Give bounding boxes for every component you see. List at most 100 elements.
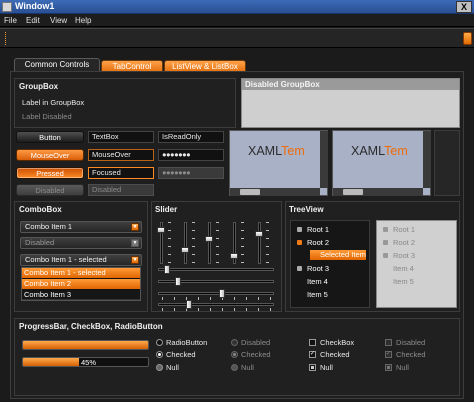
tree-item[interactable]: Root 3 <box>307 264 329 274</box>
vertical-slider-track[interactable] <box>208 222 211 264</box>
tree-item[interactable]: Root 2 <box>307 238 329 248</box>
tree-item[interactable]: Root 1 <box>307 225 329 235</box>
combobox-1-value: Combo Item 1 <box>25 222 73 231</box>
combo-list-item[interactable]: Combo Item 1 - selected <box>22 268 140 278</box>
title-bar[interactable]: Window1 X <box>0 0 474 14</box>
expander-icon[interactable] <box>297 227 302 232</box>
expander-icon <box>383 253 388 258</box>
expander-icon[interactable] <box>297 266 302 271</box>
tree-item[interactable]: Item 5 <box>307 290 328 300</box>
slider-tick <box>270 308 271 311</box>
combo-list-item[interactable]: Combo Item 3 <box>22 290 140 300</box>
slider-tick <box>266 238 269 239</box>
vertical-slider-thumb[interactable] <box>205 236 213 243</box>
tree-item-disabled: Item 4 <box>393 264 414 273</box>
scrollviewer-2-hscroll[interactable] <box>333 188 423 196</box>
scrollviewer-1-hscroll[interactable] <box>230 188 320 196</box>
slider-tick <box>216 222 219 223</box>
progressbar-2: 45% <box>22 357 149 367</box>
window-title: Window1 <box>15 1 55 11</box>
slider-tick <box>234 297 235 300</box>
checkbox-label: CheckBox <box>320 338 355 347</box>
scrollviewer-2[interactable]: XAMLTem <box>332 130 431 196</box>
radio-label: RadioButton <box>166 338 208 347</box>
horizontal-slider-track[interactable] <box>158 292 274 295</box>
toolbar-overflow-button[interactable] <box>463 32 472 45</box>
slider-tick <box>192 246 195 247</box>
check-icon: ✓ <box>385 351 392 358</box>
checkbox[interactable] <box>309 339 316 346</box>
expander-icon[interactable] <box>297 240 302 245</box>
vertical-slider-thumb[interactable] <box>181 247 189 254</box>
vertical-slider-thumb[interactable] <box>255 231 263 237</box>
scrollviewer-2-vscroll[interactable] <box>423 131 431 188</box>
radio-disabled-label: Disabled <box>241 338 271 347</box>
horizontal-slider-thumb[interactable] <box>185 300 192 309</box>
combo-list-item[interactable]: Combo Item 2 <box>22 279 140 289</box>
scrollviewer-1-thumb[interactable] <box>240 189 260 195</box>
horizontal-slider-thumb[interactable] <box>218 289 225 298</box>
radio-button-checked[interactable] <box>156 351 163 358</box>
slider-tick <box>210 297 211 300</box>
textbox-focused[interactable]: Focused <box>88 167 154 179</box>
scrollviewer-right-edge <box>434 130 460 196</box>
treeview[interactable] <box>290 220 370 308</box>
chevron-down-icon: ▼ <box>131 239 139 247</box>
checkbox-disabled <box>385 339 392 346</box>
password-box-disabled: ●●●●●●● <box>158 167 224 179</box>
horizontal-slider-track[interactable] <box>158 303 274 306</box>
menu-file[interactable]: File <box>4 16 17 25</box>
textbox-mouseover[interactable]: MouseOver <box>88 149 154 161</box>
radio-button[interactable] <box>156 339 163 346</box>
tree-item-selected[interactable]: Selected Item <box>310 250 366 260</box>
slider-tick <box>266 222 269 223</box>
close-button[interactable]: X <box>456 1 472 13</box>
toolbar-grip[interactable] <box>5 32 8 45</box>
tree-item[interactable]: Item 4 <box>307 277 328 287</box>
textbox-normal[interactable]: TextBox <box>88 131 154 143</box>
vertical-slider-track[interactable] <box>184 222 187 264</box>
radio-button-null[interactable] <box>156 364 163 371</box>
button-pressed[interactable]: Pressed <box>16 167 84 179</box>
slider-group <box>151 201 282 312</box>
button-mouseover[interactable]: MouseOver <box>16 149 84 161</box>
password-box[interactable]: ●●●●●●● <box>158 149 224 161</box>
menu-help[interactable]: Help <box>75 16 91 25</box>
slider-tick <box>162 308 163 311</box>
disabled-groupbox-title: Disabled GroupBox <box>245 80 320 89</box>
groupbox-label: Label in GroupBox <box>22 98 85 107</box>
check-icon[interactable]: ✓ <box>309 351 316 358</box>
combobox-open-value: Combo Item 1 - selected <box>25 255 107 264</box>
slider-tick <box>241 230 244 231</box>
vertical-slider-thumb[interactable] <box>157 227 165 234</box>
horizontal-slider-track[interactable] <box>158 268 274 271</box>
slider-tick <box>216 238 219 239</box>
checkbox-disabled-label: Null <box>396 363 409 372</box>
checkbox-null[interactable] <box>309 364 316 371</box>
menu-view[interactable]: View <box>50 16 67 25</box>
combobox-1[interactable]: Combo Item 1 ▼ <box>20 221 142 233</box>
checkbox-label: Null <box>320 363 333 372</box>
slider-tick <box>174 297 175 300</box>
slider-tick <box>192 230 195 231</box>
textbox-readonly[interactable]: IsReadOnly <box>158 131 224 143</box>
slider-tick <box>241 238 244 239</box>
indeterminate-icon <box>311 366 314 369</box>
slider-tick <box>266 262 269 263</box>
chevron-down-icon: ▼ <box>131 256 139 264</box>
scrollviewer-2-thumb[interactable] <box>343 189 363 195</box>
horizontal-slider-thumb[interactable] <box>174 277 181 286</box>
tab-common-controls[interactable]: Common Controls <box>14 58 100 72</box>
horizontal-slider-thumb[interactable] <box>163 265 170 274</box>
slider-tick <box>222 308 223 311</box>
slider-tick <box>270 297 271 300</box>
button-normal[interactable]: Button <box>16 131 84 143</box>
scrollviewer-1[interactable]: XAMLTem <box>229 130 328 196</box>
menu-edit[interactable]: Edit <box>26 16 40 25</box>
slider-tick <box>174 308 175 311</box>
vertical-slider-track[interactable] <box>258 222 261 264</box>
scrollviewer-1-vscroll[interactable] <box>320 131 328 188</box>
vertical-slider-thumb[interactable] <box>230 252 238 259</box>
combobox-open[interactable]: Combo Item 1 - selected ▼ <box>20 254 142 266</box>
slider-tick <box>216 246 219 247</box>
